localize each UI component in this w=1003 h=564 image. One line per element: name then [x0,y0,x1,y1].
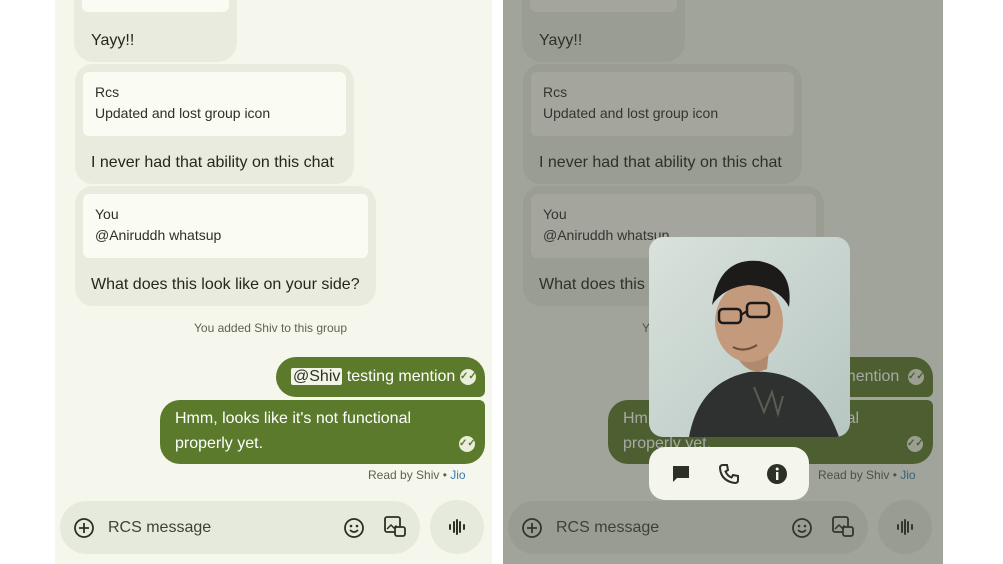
message-text: Yayy!! [91,32,135,49]
carrier-label: Jio [450,468,466,482]
message-text-line: properly yet. [175,435,264,452]
contact-photo[interactable] [649,237,850,437]
quoted-text: Updated and lost group icon [95,105,271,121]
mention-chip[interactable]: @Shiv [291,368,343,385]
message-text: What does this look like on your side? [91,276,360,293]
quoted-text: @Aniruddh whatsup [95,227,222,243]
quoted-message: You @Aniruddh whatsup [83,194,368,258]
voice-wave-icon [449,519,465,535]
message-icon[interactable] [669,462,693,486]
add-icon[interactable] [73,517,95,539]
quoted-sender: Rcs [95,84,120,100]
chat-screen: Yayy!! Rcs Updated and lost group icon I… [55,0,492,564]
contact-actions-bar [649,447,809,500]
message-bubble-incoming[interactable]: Rcs Updated and lost group icon I never … [75,64,354,184]
message-text: I never had that ability on this chat [91,154,334,171]
emoji-icon[interactable] [343,517,365,539]
message-bubble-incoming[interactable]: Yayy!! [74,0,237,62]
contact-photo-image [649,237,850,437]
phone-icon[interactable] [717,462,741,486]
quoted-sender: You [95,206,119,222]
info-icon[interactable] [765,462,789,486]
chat-screen-with-contact-popup: Yayy!! Rcs Updated and lost group icon I… [503,0,943,564]
read-status: Read by Shiv • Jio [368,468,466,482]
message-bubble-incoming[interactable]: You @Aniruddh whatsup What does this loo… [75,186,376,306]
message-text-line: Hmm, looks like it's not functional [175,410,412,427]
message-text: @Shiv testing mention [291,368,455,386]
message-bubble-outgoing[interactable]: Hmm, looks like it's not functional prop… [160,400,485,464]
voice-message-button[interactable] [430,500,484,554]
gallery-icon[interactable] [383,515,407,539]
message-bubble-outgoing[interactable]: @Shiv testing mention ✓✓ [276,357,485,397]
system-message: You added Shiv to this group [194,321,348,335]
compose-bar: RCS message [60,501,420,554]
message-input[interactable]: RCS message [108,519,211,537]
read-receipt-icon: ✓✓ [459,436,476,452]
read-receipt-icon: ✓✓ [460,369,477,385]
message-text-rest: testing mention [342,368,456,385]
quoted-message: Rcs Updated and lost group icon [83,72,346,136]
quoted-message [82,0,229,12]
